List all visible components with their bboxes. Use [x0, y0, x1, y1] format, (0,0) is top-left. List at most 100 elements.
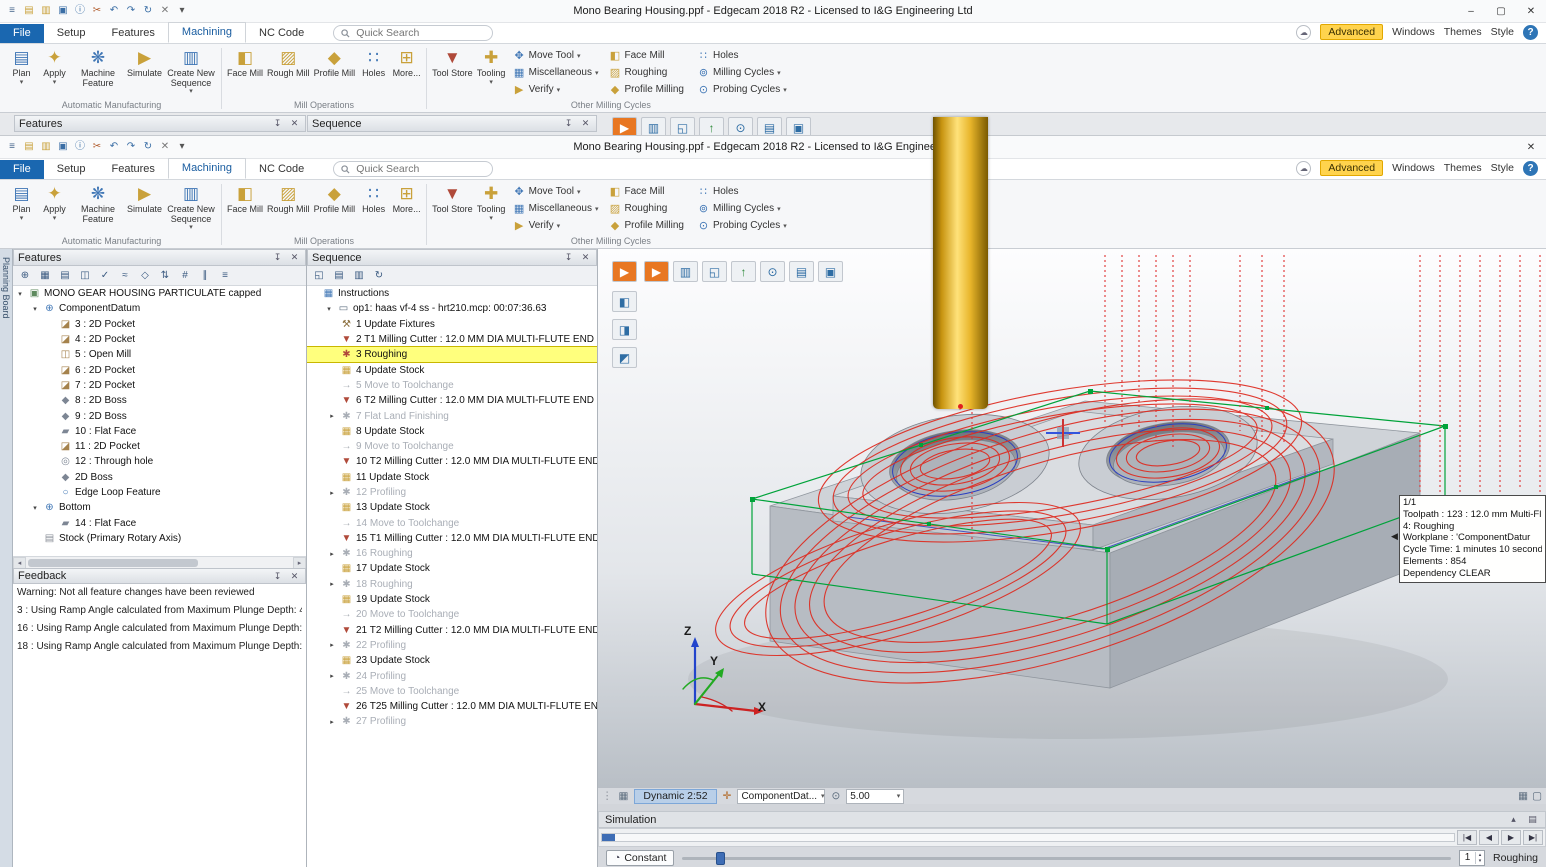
ribbon-tab[interactable]: Setup [44, 160, 99, 179]
close-panel-icon[interactable]: ✕ [288, 118, 301, 129]
sequence-op-item[interactable]: ▾ ▭ op1: haas vf-4 ss - hrt210.mcp: 00:0… [307, 301, 597, 316]
sequence-item[interactable]: → 5 Move to Toolchange [307, 378, 597, 393]
view-cube-icon[interactable]: ◧ [612, 291, 637, 312]
quick-access-icon[interactable]: ▾ [174, 139, 190, 155]
advanced-button[interactable]: Advanced [1320, 160, 1383, 176]
ribbon-tab[interactable]: Machining [168, 22, 246, 43]
feedback-bubble-icon[interactable]: ☁ [1296, 161, 1311, 176]
quick-access-icon[interactable]: ▥ [38, 139, 54, 155]
ribbon-button[interactable]: ❋Machine Feature [71, 45, 125, 100]
ribbon-small-button[interactable]: ∷Holes [697, 185, 787, 198]
feature-tree-item[interactable]: ▾ ⊕ ComponentDatum [13, 301, 306, 316]
transport-button[interactable]: ▶| [1523, 830, 1543, 845]
viewport-toolbar-icon[interactable]: ▤ [757, 117, 782, 135]
transport-button[interactable]: |◀ [1457, 830, 1477, 845]
status-right-icon[interactable]: ▢ [1532, 790, 1542, 802]
close-panel-icon[interactable]: ✕ [288, 571, 301, 582]
sequence-item[interactable]: ▸ ✱ 22 Profiling [307, 638, 597, 653]
sequence-item[interactable]: ▦ 23 Update Stock [307, 653, 597, 668]
viewport-toolbar-icon[interactable]: ▣ [786, 117, 811, 135]
quick-access-icon[interactable]: ↷ [123, 3, 139, 19]
feature-tree-item[interactable]: ▤ Stock (Primary Rotary Axis) [13, 531, 306, 546]
feature-tree-item[interactable]: ◪ 4 : 2D Pocket [13, 332, 306, 347]
expander-icon[interactable]: ▾ [30, 504, 40, 512]
viewport-toolbar-icon[interactable]: ↑ [731, 261, 756, 282]
viewport-toolbar-icon[interactable]: ▶ [644, 261, 669, 282]
titlebar[interactable]: ≡▤▥▣ⓘ✂↶↷↻✕▾ Mono Bearing Housing.ppf - E… [0, 136, 1546, 159]
sequence-toolbar-icon[interactable]: ▤ [330, 268, 348, 284]
ribbon-small-button[interactable]: ◆Profile Milling [609, 83, 687, 96]
scrollbar-thumb[interactable] [28, 559, 198, 567]
sequence-item[interactable]: ▦ 19 Update Stock [307, 592, 597, 607]
sequence-item[interactable]: ▸ ✱ 12 Profiling [307, 485, 597, 500]
sequence-item[interactable]: ▼ 6 T2 Milling Cutter : 12.0 MM DIA MULT… [307, 393, 597, 408]
ribbon-small-button[interactable]: ◧Face Mill [609, 49, 687, 62]
quick-access-icon[interactable]: ≡ [4, 139, 20, 155]
ribbon-button[interactable]: ▥Create New Sequence▾ [164, 181, 218, 236]
quick-access-icon[interactable]: ▣ [55, 3, 71, 19]
scroll-right-icon[interactable]: ▸ [293, 557, 306, 569]
sequence-item[interactable]: ▸ ✱ 16 Roughing [307, 546, 597, 561]
maximize-button[interactable]: ▢ [1486, 2, 1516, 21]
features-horizontal-scrollbar[interactable]: ◂ ▸ [13, 556, 306, 568]
sequence-item[interactable]: ▼ 2 T1 Milling Cutter : 12.0 MM DIA MULT… [307, 332, 597, 347]
feature-tree-item[interactable]: ◪ 6 : 2D Pocket [13, 362, 306, 377]
sequence-item[interactable]: ▼ 10 T2 Milling Cutter : 12.0 MM DIA MUL… [307, 454, 597, 469]
quick-access-icon[interactable]: ↻ [140, 3, 156, 19]
viewport-toolbar-icon[interactable]: ▶ [612, 117, 637, 135]
features-panel-header[interactable]: Features ↧ ✕ [14, 115, 306, 132]
quick-access-icon[interactable]: ✕ [157, 139, 173, 155]
close-button[interactable]: ✕ [1516, 138, 1546, 157]
ribbon-button[interactable]: ▨Rough Mill [265, 181, 312, 236]
feature-tree-item[interactable]: ▰ 14 : Flat Face [13, 515, 306, 530]
simulation-scrubber[interactable]: |◀◀▶▶| [598, 828, 1546, 847]
ribbon-button[interactable]: ∷Holes [357, 181, 390, 236]
expander-icon[interactable]: ▸ [327, 580, 337, 588]
feature-tree-item[interactable]: ◆ 2D Boss [13, 470, 306, 485]
view-mode-indicator[interactable]: Dynamic 2:52 [634, 789, 716, 804]
themes-menu[interactable]: Themes [1444, 162, 1482, 174]
search-input[interactable] [354, 162, 474, 176]
sequence-item[interactable]: ▦ 8 Update Stock [307, 424, 597, 439]
feature-tree-item[interactable]: ◪ 7 : 2D Pocket [13, 378, 306, 393]
sequence-item[interactable]: ▼ 15 T1 Milling Cutter : 12.0 MM DIA MUL… [307, 531, 597, 546]
expander-icon[interactable]: ▾ [30, 305, 40, 313]
expander-icon[interactable]: ▸ [327, 641, 337, 649]
features-panel-header[interactable]: Features ↧ ✕ [13, 249, 306, 266]
features-toolbar-icon[interactable]: ⇅ [156, 268, 174, 284]
pin-icon[interactable]: ↧ [562, 118, 575, 129]
features-toolbar-icon[interactable]: ▤ [56, 268, 74, 284]
planning-board-tab[interactable]: Planning Board [0, 249, 13, 867]
sequence-item[interactable]: ▸ ✱ 27 Profiling [307, 714, 597, 729]
graphics-viewport[interactable]: Z Y X ▶ ▶▥◱↑⊙▤▣ ◧◨◩ ◀ [598, 249, 1546, 787]
feature-tree-item[interactable]: ▰ 10 : Flat Face [13, 424, 306, 439]
drag-handle-icon[interactable]: ⋮ [602, 790, 613, 802]
speed-slider[interactable] [682, 850, 1451, 866]
quick-access-icon[interactable]: ≡ [4, 3, 20, 19]
ribbon-small-button[interactable]: ∷Holes [697, 49, 787, 62]
style-menu[interactable]: Style [1491, 162, 1514, 174]
ribbon-button[interactable]: ▨Rough Mill [265, 45, 312, 100]
expander-icon[interactable]: ▸ [327, 718, 337, 726]
transport-button[interactable]: ◀ [1479, 830, 1499, 845]
quick-access-icon[interactable]: ↻ [140, 139, 156, 155]
features-toolbar-icon[interactable]: ∥ [196, 268, 214, 284]
ribbon-button[interactable]: ◆Profile Mill [312, 181, 358, 236]
ribbon-small-button[interactable]: ⊚Milling Cycles▾ [697, 66, 787, 79]
style-menu[interactable]: Style [1491, 26, 1514, 38]
feature-tree-item[interactable]: ○ Edge Loop Feature [13, 485, 306, 500]
ribbon-small-button[interactable]: ⊙Probing Cycles▾ [697, 83, 787, 96]
sequence-toolbar-icon[interactable]: ▥ [350, 268, 368, 284]
ribbon-button[interactable]: ◧Face Mill [225, 45, 265, 100]
sequence-item[interactable]: ▦ 4 Update Stock [307, 362, 597, 377]
pin-icon[interactable]: ↧ [271, 252, 284, 263]
ribbon-tab[interactable]: Machining [168, 158, 246, 179]
ribbon-small-button[interactable]: ▶Verify▾ [513, 219, 599, 232]
viewport-toolbar-icon[interactable]: ◱ [670, 117, 695, 135]
ribbon-small-button[interactable]: ✥Move Tool▾ [513, 185, 599, 198]
ribbon-button[interactable]: ❋Machine Feature [71, 181, 125, 236]
status-right-icon[interactable]: ▦ [1518, 790, 1528, 802]
quick-access-icon[interactable]: ✂ [89, 3, 105, 19]
quick-access-icon[interactable]: ▥ [38, 3, 54, 19]
quick-access-icon[interactable]: ▤ [21, 3, 37, 19]
